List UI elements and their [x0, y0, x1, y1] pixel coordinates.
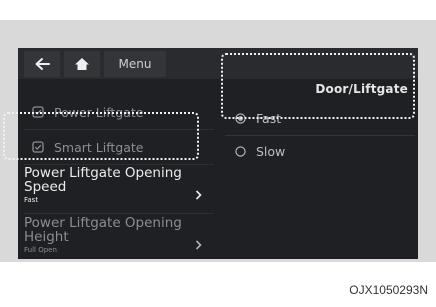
list-item-value: Full Open [24, 246, 57, 254]
list-item-power-liftgate[interactable]: Power Liftgate [18, 98, 218, 126]
checkbox-icon[interactable] [30, 139, 46, 155]
option-label: Slow [256, 143, 286, 159]
page: Menu Door/Liftgate Power Liftgate Smart … [0, 0, 436, 307]
radio-selected-icon[interactable] [235, 112, 246, 124]
back-button[interactable] [24, 51, 60, 77]
option-slow[interactable]: Slow [221, 136, 418, 166]
option-fast[interactable]: Fast [221, 103, 418, 133]
top-bar: Menu [18, 48, 418, 79]
back-arrow-icon [34, 57, 50, 71]
list-item-title: Power Liftgate Opening [24, 215, 182, 231]
list-item-label: Power Liftgate [54, 104, 144, 120]
list-item-opening-height[interactable]: Power Liftgate Opening Height Full Open [22, 216, 216, 259]
home-icon [74, 57, 90, 71]
chevron-right-icon [195, 185, 202, 204]
list-item-title-line2: Speed [24, 179, 67, 195]
list-item-label: Smart Liftgate [54, 139, 144, 155]
chevron-right-icon [195, 235, 202, 254]
checkbox-icon[interactable] [30, 104, 46, 120]
divider [24, 129, 214, 130]
page-title: Door/Liftgate [315, 82, 408, 96]
radio-unselected-icon[interactable] [235, 145, 246, 157]
list-item-value: Fast [24, 196, 39, 204]
home-button[interactable] [64, 51, 100, 77]
menu-button[interactable]: Menu [104, 51, 166, 77]
figure-code: OJX1050293N [349, 283, 428, 297]
divider [24, 213, 214, 214]
options-panel: Fast Slow [221, 98, 418, 259]
list-item-opening-speed[interactable]: Power Liftgate Opening Speed Fast [22, 166, 216, 212]
list-item-title: Power Liftgate Opening [24, 165, 182, 181]
option-label: Fast [256, 110, 282, 126]
list-item-smart-liftgate[interactable]: Smart Liftgate [18, 133, 218, 161]
infotainment-screen: Menu Door/Liftgate Power Liftgate Smart … [18, 48, 418, 259]
list-item-title-line2: Height [24, 229, 69, 245]
settings-list: Power Liftgate Smart Liftgate Power Lift… [18, 84, 218, 259]
